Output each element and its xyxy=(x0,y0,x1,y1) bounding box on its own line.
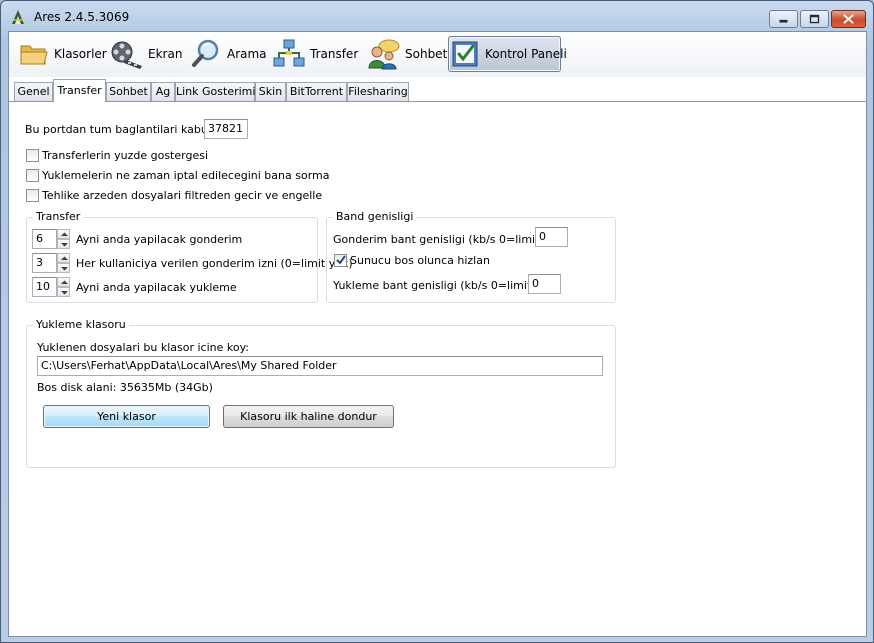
bandwidth-group: Band genisligi Gonderim bant genisligi (… xyxy=(326,210,616,303)
simultaneous-uploads-spinner[interactable]: 6 xyxy=(32,229,72,249)
simultaneous-downloads-value[interactable]: 10 xyxy=(32,277,57,297)
spin-up-button[interactable] xyxy=(57,253,70,263)
toolbar-screen-button[interactable]: Ekran xyxy=(109,36,183,72)
percent-indicator-label: Transferlerin yuzde gostergesi xyxy=(42,149,208,162)
idle-boost-label: Sunucu bos olunca hizlan xyxy=(350,254,490,267)
toolbar-transfer-button[interactable]: Transfer xyxy=(271,36,359,72)
arrow-up-icon xyxy=(61,232,68,236)
per-user-uploads-value[interactable]: 3 xyxy=(32,253,57,273)
dont-ask-cancel-checkbox[interactable] xyxy=(26,169,39,182)
main-toolbar: Klasorler Ekran Arama Transfer Sohbet Ko… xyxy=(9,32,866,78)
toolbar-folders-label: Klasorler xyxy=(54,47,107,61)
dont-ask-cancel-label: Yuklemelerin ne zaman iptal edilecegini … xyxy=(42,169,330,182)
settings-tabstrip: Genel Transfer Sohbet Ag Link Gosterimi … xyxy=(9,77,866,102)
spin-down-button[interactable] xyxy=(57,239,70,249)
simultaneous-downloads-label: Ayni anda yapilacak yukleme xyxy=(76,281,237,294)
minimize-button[interactable] xyxy=(769,10,798,28)
toolbar-control-panel-button[interactable]: Kontrol Paneli xyxy=(448,36,567,72)
network-transfer-icon xyxy=(273,39,305,67)
spin-down-button[interactable] xyxy=(57,287,70,297)
toolbar-search-button[interactable]: Arama xyxy=(190,36,267,72)
toolbar-chat-button[interactable]: Sohbet xyxy=(366,36,447,72)
tab-skin[interactable]: Skin xyxy=(255,82,286,101)
tab-transfer[interactable]: Transfer xyxy=(53,79,106,102)
filter-dangerous-checkbox[interactable] xyxy=(26,189,39,202)
minimize-icon xyxy=(779,19,788,23)
transfer-group: Transfer 6 Ayni anda yapilacak gonderim … xyxy=(26,210,353,303)
app-window: Ares 2.4.5.3069 Klasorler Ekran Arama Tr… xyxy=(0,0,874,643)
toolbar-search-label: Arama xyxy=(227,47,267,61)
per-user-uploads-label: Her kullaniciya verilen gonderim izni (0… xyxy=(76,257,353,270)
download-bandwidth-input[interactable]: 0 xyxy=(528,274,561,294)
toolbar-chat-label: Sohbet xyxy=(405,47,448,61)
filter-dangerous-label: Tehlike arzeden dosyalari filtreden geci… xyxy=(42,189,323,202)
film-reel-icon xyxy=(111,41,142,69)
spin-up-button[interactable] xyxy=(57,229,70,239)
arrow-down-icon xyxy=(61,291,68,295)
toolbar-transfer-label: Transfer xyxy=(310,47,359,61)
chat-users-icon xyxy=(368,39,400,70)
arrow-down-icon xyxy=(61,267,68,271)
port-label: Bu portdan tum baglantilari kabul et: xyxy=(25,123,230,136)
client-area: Klasorler Ekran Arama Transfer Sohbet Ko… xyxy=(8,31,867,637)
spin-up-button[interactable] xyxy=(57,277,70,287)
spin-down-button[interactable] xyxy=(57,263,70,273)
title-bar[interactable]: Ares 2.4.5.3069 xyxy=(1,1,873,31)
download-folder-path[interactable]: C:\Users\Ferhat\AppData\Local\Ares\My Sh… xyxy=(37,356,603,376)
upload-bandwidth-label: Gonderim bant genisligi (kb/s 0=limit yo… xyxy=(333,233,567,246)
toolbar-control-panel-label: Kontrol Paneli xyxy=(485,47,567,61)
download-bandwidth-label: Yukleme bant genisligi (kb/s 0=limit yok… xyxy=(333,279,559,292)
maximize-icon xyxy=(809,14,820,24)
tab-bittorrent[interactable]: BitTorrent xyxy=(286,82,347,101)
toolbar-folders-button[interactable]: Klasorler xyxy=(17,36,107,72)
download-folder-group: Yukleme klasoru Yuklenen dosyalari bu kl… xyxy=(26,318,616,468)
simultaneous-downloads-spinner[interactable]: 10 xyxy=(32,277,72,297)
port-input[interactable]: 37821 xyxy=(204,119,248,139)
arrow-up-icon xyxy=(61,280,68,284)
magnifier-icon xyxy=(192,39,219,67)
checkmark-icon xyxy=(336,255,346,265)
transfer-group-title: Transfer xyxy=(33,210,84,223)
new-folder-button[interactable]: Yeni klasor xyxy=(43,405,210,428)
percent-indicator-checkbox[interactable] xyxy=(26,149,39,162)
tab-general[interactable]: Genel xyxy=(14,82,53,101)
tab-chat[interactable]: Sohbet xyxy=(106,82,151,101)
idle-boost-checkbox[interactable] xyxy=(334,254,347,267)
close-button[interactable] xyxy=(831,10,866,28)
per-user-uploads-spinner[interactable]: 3 xyxy=(32,253,72,273)
toolbar-screen-label: Ekran xyxy=(148,47,183,61)
arrow-up-icon xyxy=(61,256,68,260)
free-disk-space: Bos disk alani: 35635Mb (34Gb) xyxy=(37,381,213,394)
simultaneous-uploads-label: Ayni anda yapilacak gonderim xyxy=(76,233,243,246)
bandwidth-group-title: Band genisligi xyxy=(333,210,417,223)
transfer-settings-page: Bu portdan tum baglantilari kabul et: 37… xyxy=(9,102,866,636)
window-title: Ares 2.4.5.3069 xyxy=(34,10,130,24)
upload-bandwidth-input[interactable]: 0 xyxy=(535,227,568,247)
control-panel-checklist-icon xyxy=(452,41,478,67)
close-icon xyxy=(843,14,854,24)
arrow-down-icon xyxy=(61,243,68,247)
tab-filesharing[interactable]: Filesharing xyxy=(347,82,409,101)
tab-network[interactable]: Ag xyxy=(151,82,175,101)
reset-folder-button[interactable]: Klasoru ilk haline dondur xyxy=(223,405,394,428)
folder-icon xyxy=(20,45,48,65)
simultaneous-uploads-value[interactable]: 6 xyxy=(32,229,57,249)
ares-logo-icon xyxy=(12,10,24,24)
download-folder-hint: Yuklenen dosyalari bu klasor icine koy: xyxy=(37,341,250,354)
maximize-button[interactable] xyxy=(800,10,829,28)
download-folder-group-title: Yukleme klasoru xyxy=(33,318,129,331)
tab-link-display[interactable]: Link Gosterimi xyxy=(175,82,255,101)
